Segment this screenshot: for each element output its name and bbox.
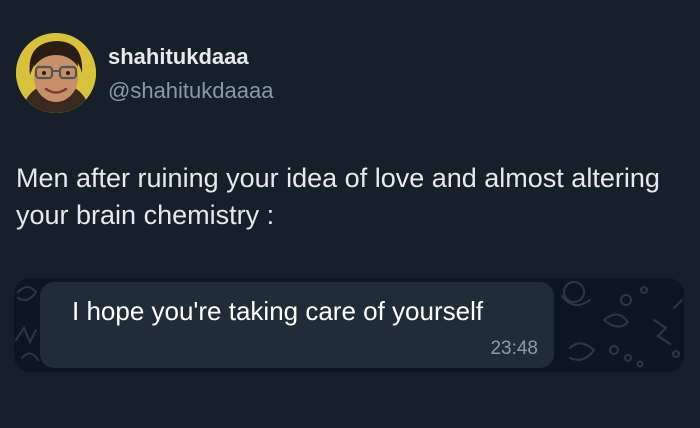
tweet-card: shahitukdaaa @shahitukdaaaa Men after ru… <box>0 0 700 428</box>
chat-message-text: I hope you're taking care of yourself <box>72 296 484 326</box>
chat-message-bubble: I hope you're taking care of yourself 23… <box>40 282 554 368</box>
profile-photo <box>16 33 96 113</box>
avatar[interactable] <box>16 33 96 113</box>
tweet-text: Men after ruining your idea of love and … <box>16 163 660 230</box>
display-name[interactable]: shahitukdaaa <box>108 44 249 70</box>
chat-message-timestamp: 23:48 <box>490 338 538 359</box>
tweet-media-chat-screenshot[interactable]: I hope you're taking care of yourself 23… <box>14 278 684 372</box>
user-handle[interactable]: @shahitukdaaaa <box>108 78 273 104</box>
